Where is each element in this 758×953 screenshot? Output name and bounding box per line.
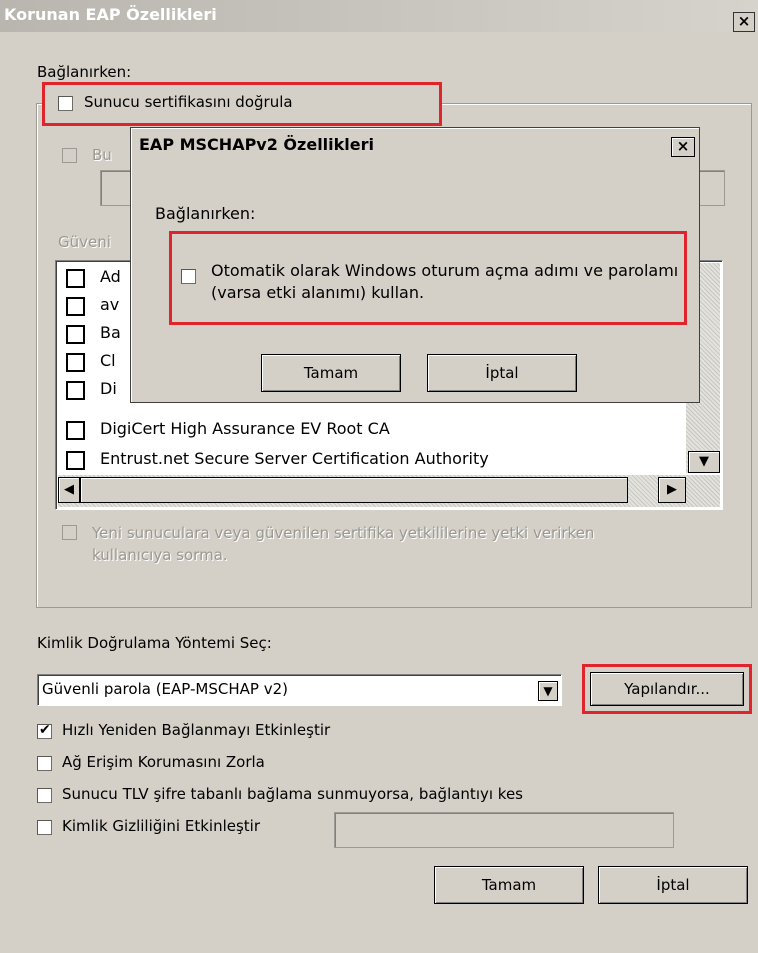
fast-reconnect-checkbox[interactable] [37, 722, 52, 739]
auth-method-value: Güvenli parola (EAP-MSCHAP v2) [42, 680, 288, 698]
title-bar: Korunan EAP Özellikleri × [0, 0, 758, 32]
auth-method-label: Kimlik Doğrulama Yöntemi Seç: [37, 634, 272, 652]
inner-ok-button[interactable]: Tamam [261, 354, 401, 392]
inner-close-icon[interactable]: × [671, 137, 695, 157]
cert-checkbox[interactable] [66, 451, 85, 470]
verify-cert-checkbox[interactable] [58, 96, 73, 111]
cert-checkbox[interactable] [66, 421, 85, 440]
main-dialog: Korunan EAP Özellikleri × Bağlanırken: S… [0, 0, 758, 953]
auth-method-select[interactable]: Güvenli parola (EAP-MSCHAP v2) ▼ [37, 674, 562, 706]
cert-label: Entrust.net Secure Server Certification … [100, 449, 489, 468]
tlv-label: Sunucu TLV şifre tabanlı bağlama sunmuyo… [62, 785, 523, 803]
ok-button[interactable]: Tamam [434, 866, 584, 904]
cert-checkbox[interactable] [66, 269, 85, 288]
auto-login-label: Otomatik olarak Windows oturum açma adım… [211, 261, 679, 302]
scroll-down-icon[interactable]: ▼ [688, 451, 720, 473]
cert-label: Cl [100, 351, 116, 370]
scroll-left-icon[interactable]: ◀ [58, 477, 80, 503]
close-icon[interactable]: × [733, 12, 755, 32]
window-title: Korunan EAP Özellikleri [4, 5, 217, 24]
connect-servers-label: Bu [92, 146, 112, 164]
inner-window-title: EAP MSCHAPv2 Özellikleri [139, 135, 374, 154]
nap-checkbox[interactable] [37, 756, 52, 771]
cert-checkbox[interactable] [66, 325, 85, 344]
inner-cancel-button[interactable]: İptal [427, 354, 577, 392]
cert-checkbox[interactable] [66, 381, 85, 400]
inner-connecting-label: Bağlanırken: [155, 204, 256, 223]
cert-label: Ad [100, 267, 121, 286]
cert-label: Di [100, 379, 117, 398]
configure-button[interactable]: Yapılandır... [590, 672, 744, 706]
identity-privacy-checkbox[interactable] [37, 820, 52, 835]
auto-login-checkbox[interactable] [181, 269, 196, 284]
chevron-down-icon[interactable]: ▼ [538, 681, 558, 701]
cert-label: DigiCert High Assurance EV Root CA [100, 419, 390, 438]
identity-input[interactable] [334, 812, 674, 848]
scroll-right-icon[interactable]: ▶ [658, 477, 686, 503]
cert-checkbox[interactable] [66, 297, 85, 316]
cert-label: av [100, 295, 120, 314]
cancel-button[interactable]: İptal [598, 866, 748, 904]
cert-label: Ba [100, 323, 121, 342]
horizontal-scroll-thumb[interactable] [80, 477, 628, 503]
trusted-roots-label: Güveni [58, 233, 111, 251]
inner-title-bar: EAP MSCHAPv2 Özellikleri × [133, 130, 697, 160]
fast-reconnect-label: Hızlı Yeniden Bağlanmayı Etkinleştir [62, 721, 331, 739]
identity-privacy-label: Kimlik Gizliliğini Etkinleştir [62, 817, 261, 835]
prompt-label: Yeni sunuculara veya güvenilen sertifika… [92, 524, 595, 564]
mschapv2-dialog: EAP MSCHAPv2 Özellikleri × Bağlanırken: … [130, 127, 700, 403]
tlv-checkbox[interactable] [37, 788, 52, 803]
cert-checkbox[interactable] [66, 353, 85, 372]
verify-cert-label: Sunucu sertifikasını doğrula [84, 93, 293, 111]
nap-label: Ağ Erişim Korumasını Zorla [62, 753, 265, 771]
connect-servers-checkbox [62, 148, 77, 163]
prompt-checkbox [62, 525, 77, 540]
connecting-label: Bağlanırken: [37, 63, 132, 81]
